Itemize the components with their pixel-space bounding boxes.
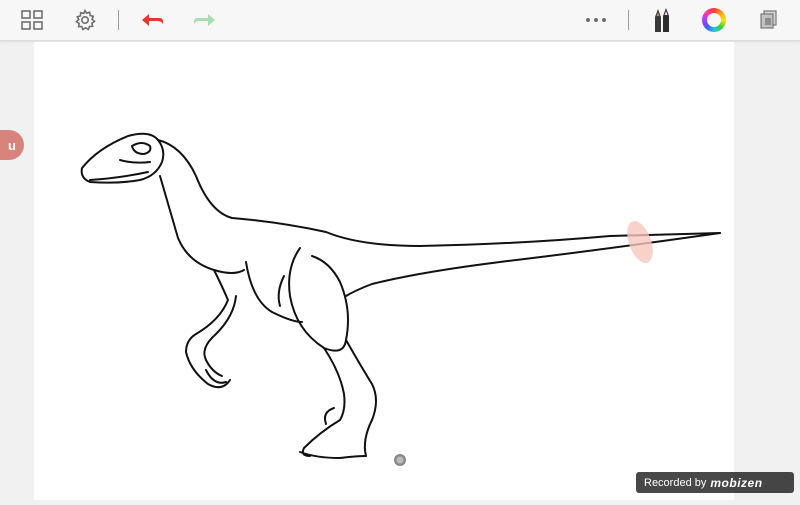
color-wheel-icon[interactable] (698, 4, 730, 36)
recording-brand: mobizen (710, 475, 763, 490)
toolbar-divider (118, 10, 119, 30)
layers-icon[interactable] (752, 4, 784, 36)
top-toolbar (0, 0, 800, 41)
brush-pens-icon[interactable] (646, 4, 678, 36)
undo-arrow-icon[interactable] (136, 4, 168, 36)
side-badge-label: u (8, 137, 16, 153)
velociraptor-drawing (80, 132, 721, 459)
redo-arrow-icon[interactable] (189, 4, 221, 36)
toolbar-divider (628, 10, 629, 30)
recording-prefix: Recorded by (644, 476, 707, 489)
settings-gear-icon[interactable] (69, 4, 101, 36)
cursor-indicator (394, 454, 406, 466)
gallery-grid-icon[interactable] (16, 4, 48, 36)
recording-badge: Recorded by mobizen (636, 472, 794, 493)
side-floating-badge[interactable]: u (0, 130, 24, 160)
more-dots-icon[interactable] (580, 4, 612, 36)
drawing-canvas[interactable] (34, 42, 734, 500)
